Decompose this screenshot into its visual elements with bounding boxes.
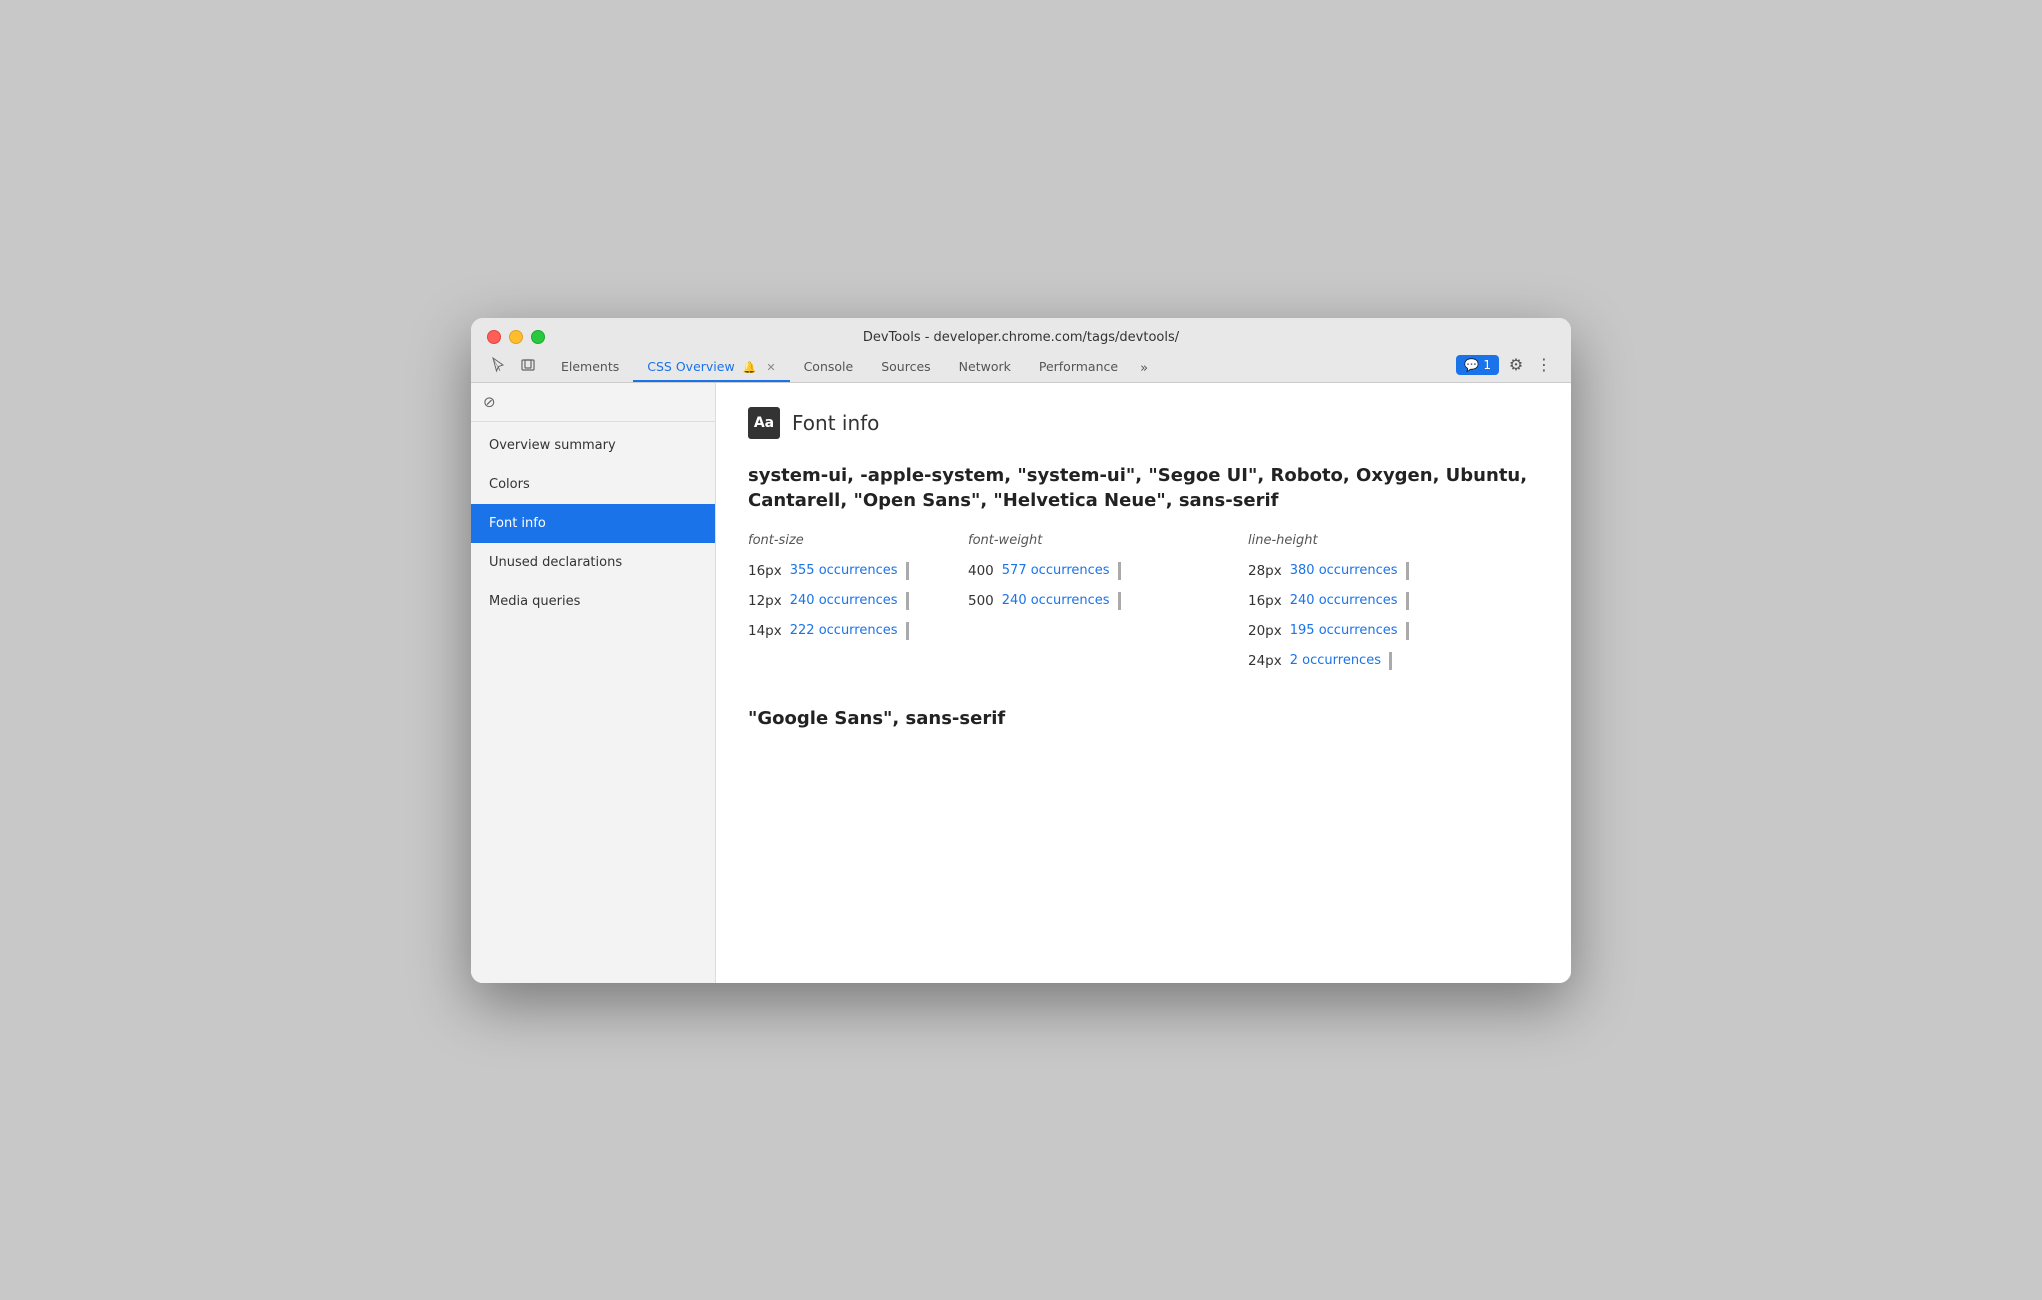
line-height-cell-2: 16px 240 occurrences: [1248, 592, 1539, 610]
section-header: Aa Font info: [748, 407, 1539, 439]
tab-elements[interactable]: Elements: [547, 353, 633, 382]
font-table-row-4: 24px 2 occurrences: [748, 646, 1539, 676]
sidebar-item-media-queries[interactable]: Media queries: [471, 582, 715, 621]
settings-button[interactable]: ⚙: [1505, 354, 1527, 376]
line-height-2-occurrences[interactable]: 240 occurrences: [1290, 593, 1398, 608]
tab-console[interactable]: Console: [790, 353, 868, 382]
warning-icon: 🔔: [743, 361, 757, 374]
tab-actions: 💬 1 ⚙ ⋮: [1456, 354, 1555, 382]
tab-console-label: Console: [804, 359, 854, 374]
sidebar-item-media-queries-label: Media queries: [489, 594, 580, 609]
line-height-3-bar: [1406, 622, 1409, 640]
sidebar-item-font-info[interactable]: Font info: [471, 504, 715, 543]
font-size-1-occurrences[interactable]: 355 occurrences: [790, 563, 898, 578]
line-height-3-occurrences[interactable]: 195 occurrences: [1290, 623, 1398, 638]
font-weight-2-val: 500: [968, 593, 994, 609]
sidebar-item-overview-summary[interactable]: Overview summary: [471, 426, 715, 465]
line-height-2-bar: [1406, 592, 1409, 610]
section-title: Font info: [792, 411, 879, 435]
tab-sources[interactable]: Sources: [867, 353, 944, 382]
tab-performance[interactable]: Performance: [1025, 353, 1132, 382]
content-area: Aa Font info system-ui, -apple-system, "…: [716, 383, 1571, 983]
line-height-1-val: 28px: [1248, 563, 1282, 579]
font-icon: Aa: [748, 407, 780, 439]
line-height-4-occurrences[interactable]: 2 occurrences: [1290, 653, 1381, 668]
font-family-2-heading: "Google Sans", sans-serif: [748, 708, 1539, 729]
font-weight-1-bar: [1118, 562, 1121, 580]
tab-network-label: Network: [959, 359, 1011, 374]
notification-badge[interactable]: 💬 1: [1456, 355, 1499, 375]
line-height-1-occurrences[interactable]: 380 occurrences: [1290, 563, 1398, 578]
font-size-3-bar: [906, 622, 909, 640]
tab-css-overview[interactable]: CSS Overview 🔔 ✕: [633, 353, 789, 382]
maximize-button[interactable]: [531, 330, 545, 344]
line-height-2-val: 16px: [1248, 593, 1282, 609]
tab-performance-label: Performance: [1039, 359, 1118, 374]
font-weight-1-occurrences[interactable]: 577 occurrences: [1002, 563, 1110, 578]
tab-sources-label: Sources: [881, 359, 930, 374]
close-button[interactable]: [487, 330, 501, 344]
sidebar-item-unused-declarations[interactable]: Unused declarations: [471, 543, 715, 582]
chat-icon: 💬: [1464, 358, 1479, 372]
line-height-1-bar: [1406, 562, 1409, 580]
sidebar: ⊘ Overview summary Colors Font info Unus…: [471, 383, 716, 983]
minimize-button[interactable]: [509, 330, 523, 344]
titlebar-top: DevTools - developer.chrome.com/tags/dev…: [487, 330, 1555, 345]
tab-css-overview-label: CSS Overview: [647, 359, 734, 374]
font-size-2-bar: [906, 592, 909, 610]
font-weight-1-val: 400: [968, 563, 994, 579]
font-size-cell-2: 12px 240 occurrences: [748, 592, 968, 610]
col-font-weight-header: font-weight: [968, 533, 1248, 548]
tab-close-icon[interactable]: ✕: [766, 361, 775, 374]
font-table-row-2: 12px 240 occurrences 500 240 occurrences…: [748, 586, 1539, 616]
line-height-4-val: 24px: [1248, 653, 1282, 669]
titlebar: DevTools - developer.chrome.com/tags/dev…: [471, 318, 1571, 383]
badge-count: 1: [1483, 358, 1491, 372]
device-icon[interactable]: [517, 354, 539, 376]
sidebar-item-overview-summary-label: Overview summary: [489, 438, 616, 453]
tab-tools: [487, 354, 539, 382]
line-height-cell-3: 20px 195 occurrences: [1248, 622, 1539, 640]
sidebar-item-colors[interactable]: Colors: [471, 465, 715, 504]
font-size-1: 16px: [748, 563, 782, 579]
tab-elements-label: Elements: [561, 359, 619, 374]
font-size-cell-1: 16px 355 occurrences: [748, 562, 968, 580]
col-font-size-header: font-size: [748, 533, 968, 548]
font-size-2-occurrences[interactable]: 240 occurrences: [790, 593, 898, 608]
font-table-row-3: 14px 222 occurrences 20px 195 occurrence…: [748, 616, 1539, 646]
traffic-lights: [487, 330, 545, 344]
more-options-button[interactable]: ⋮: [1533, 354, 1555, 376]
font-size-cell-3: 14px 222 occurrences: [748, 622, 968, 640]
cursor-icon[interactable]: [487, 354, 509, 376]
tab-network[interactable]: Network: [945, 353, 1025, 382]
line-height-cell-1: 28px 380 occurrences: [1248, 562, 1539, 580]
font-size-3-occurrences[interactable]: 222 occurrences: [790, 623, 898, 638]
font-table-row-1: 16px 355 occurrences 400 577 occurrences…: [748, 556, 1539, 586]
line-height-4-bar: [1389, 652, 1392, 670]
sidebar-header: ⊘: [471, 383, 715, 422]
devtools-window: DevTools - developer.chrome.com/tags/dev…: [471, 318, 1571, 983]
sidebar-nav: Overview summary Colors Font info Unused…: [471, 422, 715, 621]
font-weight-2-occurrences[interactable]: 240 occurrences: [1002, 593, 1110, 608]
font-weight-2-bar: [1118, 592, 1121, 610]
font-size-1-bar: [906, 562, 909, 580]
font-family-1-heading: system-ui, -apple-system, "system-ui", "…: [748, 463, 1539, 513]
sidebar-item-colors-label: Colors: [489, 477, 530, 492]
sidebar-item-unused-declarations-label: Unused declarations: [489, 555, 622, 570]
line-height-cell-4: 24px 2 occurrences: [1248, 652, 1539, 670]
col-line-height-header: line-height: [1248, 533, 1539, 548]
line-height-3-val: 20px: [1248, 623, 1282, 639]
main-area: ⊘ Overview summary Colors Font info Unus…: [471, 383, 1571, 983]
window-title: DevTools - developer.chrome.com/tags/dev…: [863, 330, 1179, 345]
font-size-2: 12px: [748, 593, 782, 609]
font-weight-cell-2: 500 240 occurrences: [968, 592, 1248, 610]
font-size-3: 14px: [748, 623, 782, 639]
sidebar-item-font-info-label: Font info: [489, 516, 546, 531]
more-tabs-button[interactable]: »: [1132, 355, 1156, 382]
tabbar: Elements CSS Overview 🔔 ✕ Console Source…: [487, 353, 1555, 382]
font-table-header: font-size font-weight line-height: [748, 533, 1539, 548]
font-weight-cell-1: 400 577 occurrences: [968, 562, 1248, 580]
blocked-icon: ⊘: [483, 393, 496, 411]
